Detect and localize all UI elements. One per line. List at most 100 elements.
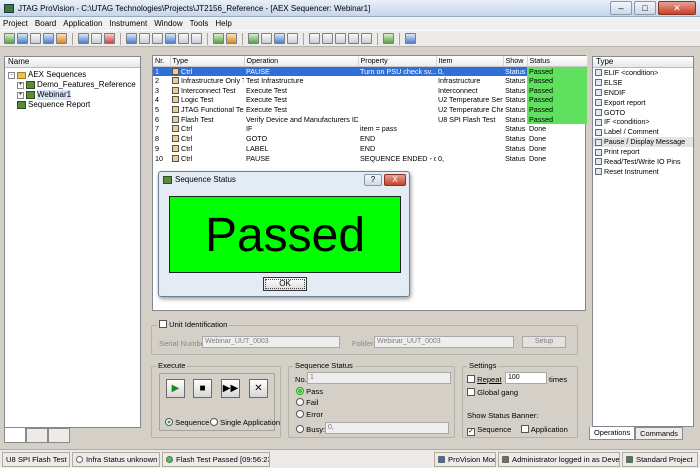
- tab-operations[interactable]: Operations: [589, 427, 636, 440]
- cut-icon[interactable]: [78, 33, 89, 44]
- view-list-icon[interactable]: [139, 33, 150, 44]
- delete-icon[interactable]: [104, 33, 115, 44]
- tab-commands[interactable]: Commands: [635, 427, 683, 440]
- table-row[interactable]: 9 Ctrl LABEL END Status Done: [153, 144, 587, 154]
- repeat-count-field[interactable]: 100: [505, 372, 547, 384]
- minimize-button[interactable]: –: [610, 1, 632, 15]
- ok-button[interactable]: OK: [263, 277, 307, 291]
- expand-toggle-icon[interactable]: +: [17, 91, 24, 99]
- debug-icon[interactable]: [274, 33, 285, 44]
- cell-type: Interconnect Test: [181, 85, 236, 95]
- column-header[interactable]: Operation: [244, 56, 359, 67]
- analyze-icon[interactable]: [261, 33, 272, 44]
- maximize-button[interactable]: □: [634, 1, 656, 15]
- cell-nr: 2: [155, 76, 159, 86]
- table-row[interactable]: 10 Ctrl PAUSE SEQUENCE ENDED - dis...0, Stat…: [153, 153, 587, 163]
- folder-field[interactable]: Webinar_UUT_0003: [374, 336, 514, 348]
- menu-tools[interactable]: Tools: [190, 19, 209, 28]
- table-row[interactable]: 1 Ctrl PAUSE Turn on PSU check sv... 0, Statu…: [153, 66, 587, 76]
- pins-icon[interactable]: [322, 33, 333, 44]
- menu-instrument[interactable]: Instrument: [109, 19, 147, 28]
- report-icon[interactable]: [287, 33, 298, 44]
- cell-item: [436, 134, 503, 144]
- menu-help[interactable]: Help: [215, 19, 231, 28]
- operation-item[interactable]: Pause / Display Message: [593, 137, 693, 148]
- probe-icon[interactable]: [361, 33, 372, 44]
- column-header[interactable]: Item: [436, 56, 504, 67]
- build-icon[interactable]: [56, 33, 67, 44]
- single-application-radio[interactable]: [210, 418, 218, 426]
- instrument-icon[interactable]: [226, 33, 237, 44]
- expand-toggle-icon[interactable]: -: [8, 71, 15, 79]
- operation-item[interactable]: ELIF <condition>: [593, 68, 693, 78]
- view-board-icon[interactable]: [126, 33, 137, 44]
- setup-button[interactable]: Setup: [522, 336, 566, 348]
- copy-icon[interactable]: [91, 33, 102, 44]
- serial-number-field[interactable]: Webinar_UUT_0003: [202, 336, 340, 348]
- menu-window[interactable]: Window: [154, 19, 182, 28]
- operation-item[interactable]: GOTO: [593, 108, 693, 118]
- run-icon[interactable]: [248, 33, 259, 44]
- open-icon[interactable]: [17, 33, 28, 44]
- cell-show: Status: [505, 95, 526, 105]
- column-header[interactable]: Show: [503, 56, 528, 67]
- table-row[interactable]: 6 Flash Test Verify Device and Manufacture…: [153, 114, 587, 125]
- flash-icon[interactable]: [335, 33, 346, 44]
- tree-item[interactable]: Sequence Report: [8, 100, 140, 110]
- abort-button[interactable]: ✕: [249, 379, 268, 398]
- operation-item[interactable]: ENDIF: [593, 88, 693, 98]
- run-button[interactable]: ▶: [166, 379, 185, 398]
- operation-item[interactable]: Label / Comment: [593, 127, 693, 137]
- tab-sequence-icon[interactable]: [48, 428, 70, 443]
- operation-item[interactable]: Export report: [593, 98, 693, 108]
- column-header[interactable]: Type: [170, 56, 245, 67]
- table-row[interactable]: 2 Infrastructure Only TestTest Infrastruc…: [153, 75, 587, 86]
- table-row[interactable]: 3 Interconnect Test Execute Test Interconne…: [153, 85, 587, 96]
- view-layout-icon[interactable]: [191, 33, 202, 44]
- tab-tools-icon[interactable]: [4, 428, 26, 443]
- tree-item[interactable]: - AEX Sequences: [8, 70, 140, 80]
- menu-application[interactable]: Application: [63, 19, 102, 28]
- tree-item[interactable]: + Demo_Features_Reference: [8, 80, 140, 90]
- logic-icon[interactable]: [348, 33, 359, 44]
- close-button[interactable]: ✕: [658, 1, 696, 15]
- panel-icon[interactable]: [405, 33, 416, 44]
- properties-icon[interactable]: [43, 33, 54, 44]
- table-row[interactable]: 4 Logic Test Execute Test U2 Temperature Se…: [153, 95, 587, 105]
- chip-icon[interactable]: [213, 33, 224, 44]
- operation-item[interactable]: IF <condition>: [593, 117, 693, 127]
- column-header[interactable]: Property: [358, 56, 437, 67]
- operation-item[interactable]: Read/Test/Write IO Pins: [593, 157, 693, 167]
- unit-identification-checkbox[interactable]: [159, 320, 167, 328]
- sequence-radio[interactable]: [165, 418, 173, 426]
- view-split-icon[interactable]: [165, 33, 176, 44]
- table-row[interactable]: 8 Ctrl GOTO END Status Done: [153, 134, 587, 144]
- banner-sequence-checkbox[interactable]: ✓: [467, 428, 475, 436]
- column-header[interactable]: Status: [527, 56, 588, 67]
- stop-button[interactable]: ■: [193, 379, 212, 398]
- operation-item[interactable]: Reset Instrument: [593, 167, 693, 177]
- operation-item[interactable]: Print report: [593, 147, 693, 157]
- tab-board-icon[interactable]: [26, 428, 48, 443]
- table-row[interactable]: 5 JTAG Functional Test Execute Test U2 Temp…: [153, 104, 587, 115]
- dialog-close-button[interactable]: X: [384, 174, 406, 186]
- menu-project[interactable]: Project: [3, 19, 28, 28]
- expand-toggle-icon[interactable]: +: [17, 81, 24, 89]
- dialog-help-button[interactable]: ?: [364, 174, 382, 186]
- operation-item[interactable]: ELSE: [593, 78, 693, 88]
- repeat-checkbox[interactable]: [467, 375, 475, 383]
- banner-application-checkbox[interactable]: [521, 425, 529, 433]
- view-table-icon[interactable]: [178, 33, 189, 44]
- tree-item[interactable]: + Webinar1: [8, 90, 140, 100]
- scan-icon[interactable]: [309, 33, 320, 44]
- status-current-item: U8 SPI Flash Test: [2, 452, 70, 467]
- new-project-icon[interactable]: [4, 33, 15, 44]
- view-grid-icon[interactable]: [152, 33, 163, 44]
- save-icon[interactable]: [30, 33, 41, 44]
- global-gang-checkbox[interactable]: [467, 388, 475, 396]
- sequence-icon[interactable]: [383, 33, 394, 44]
- column-header[interactable]: Nr.: [153, 56, 171, 67]
- table-row[interactable]: 7 Ctrl IF item = pass Status Done: [153, 124, 587, 134]
- menu-board[interactable]: Board: [35, 19, 56, 28]
- step-button[interactable]: ▶▶: [221, 379, 240, 398]
